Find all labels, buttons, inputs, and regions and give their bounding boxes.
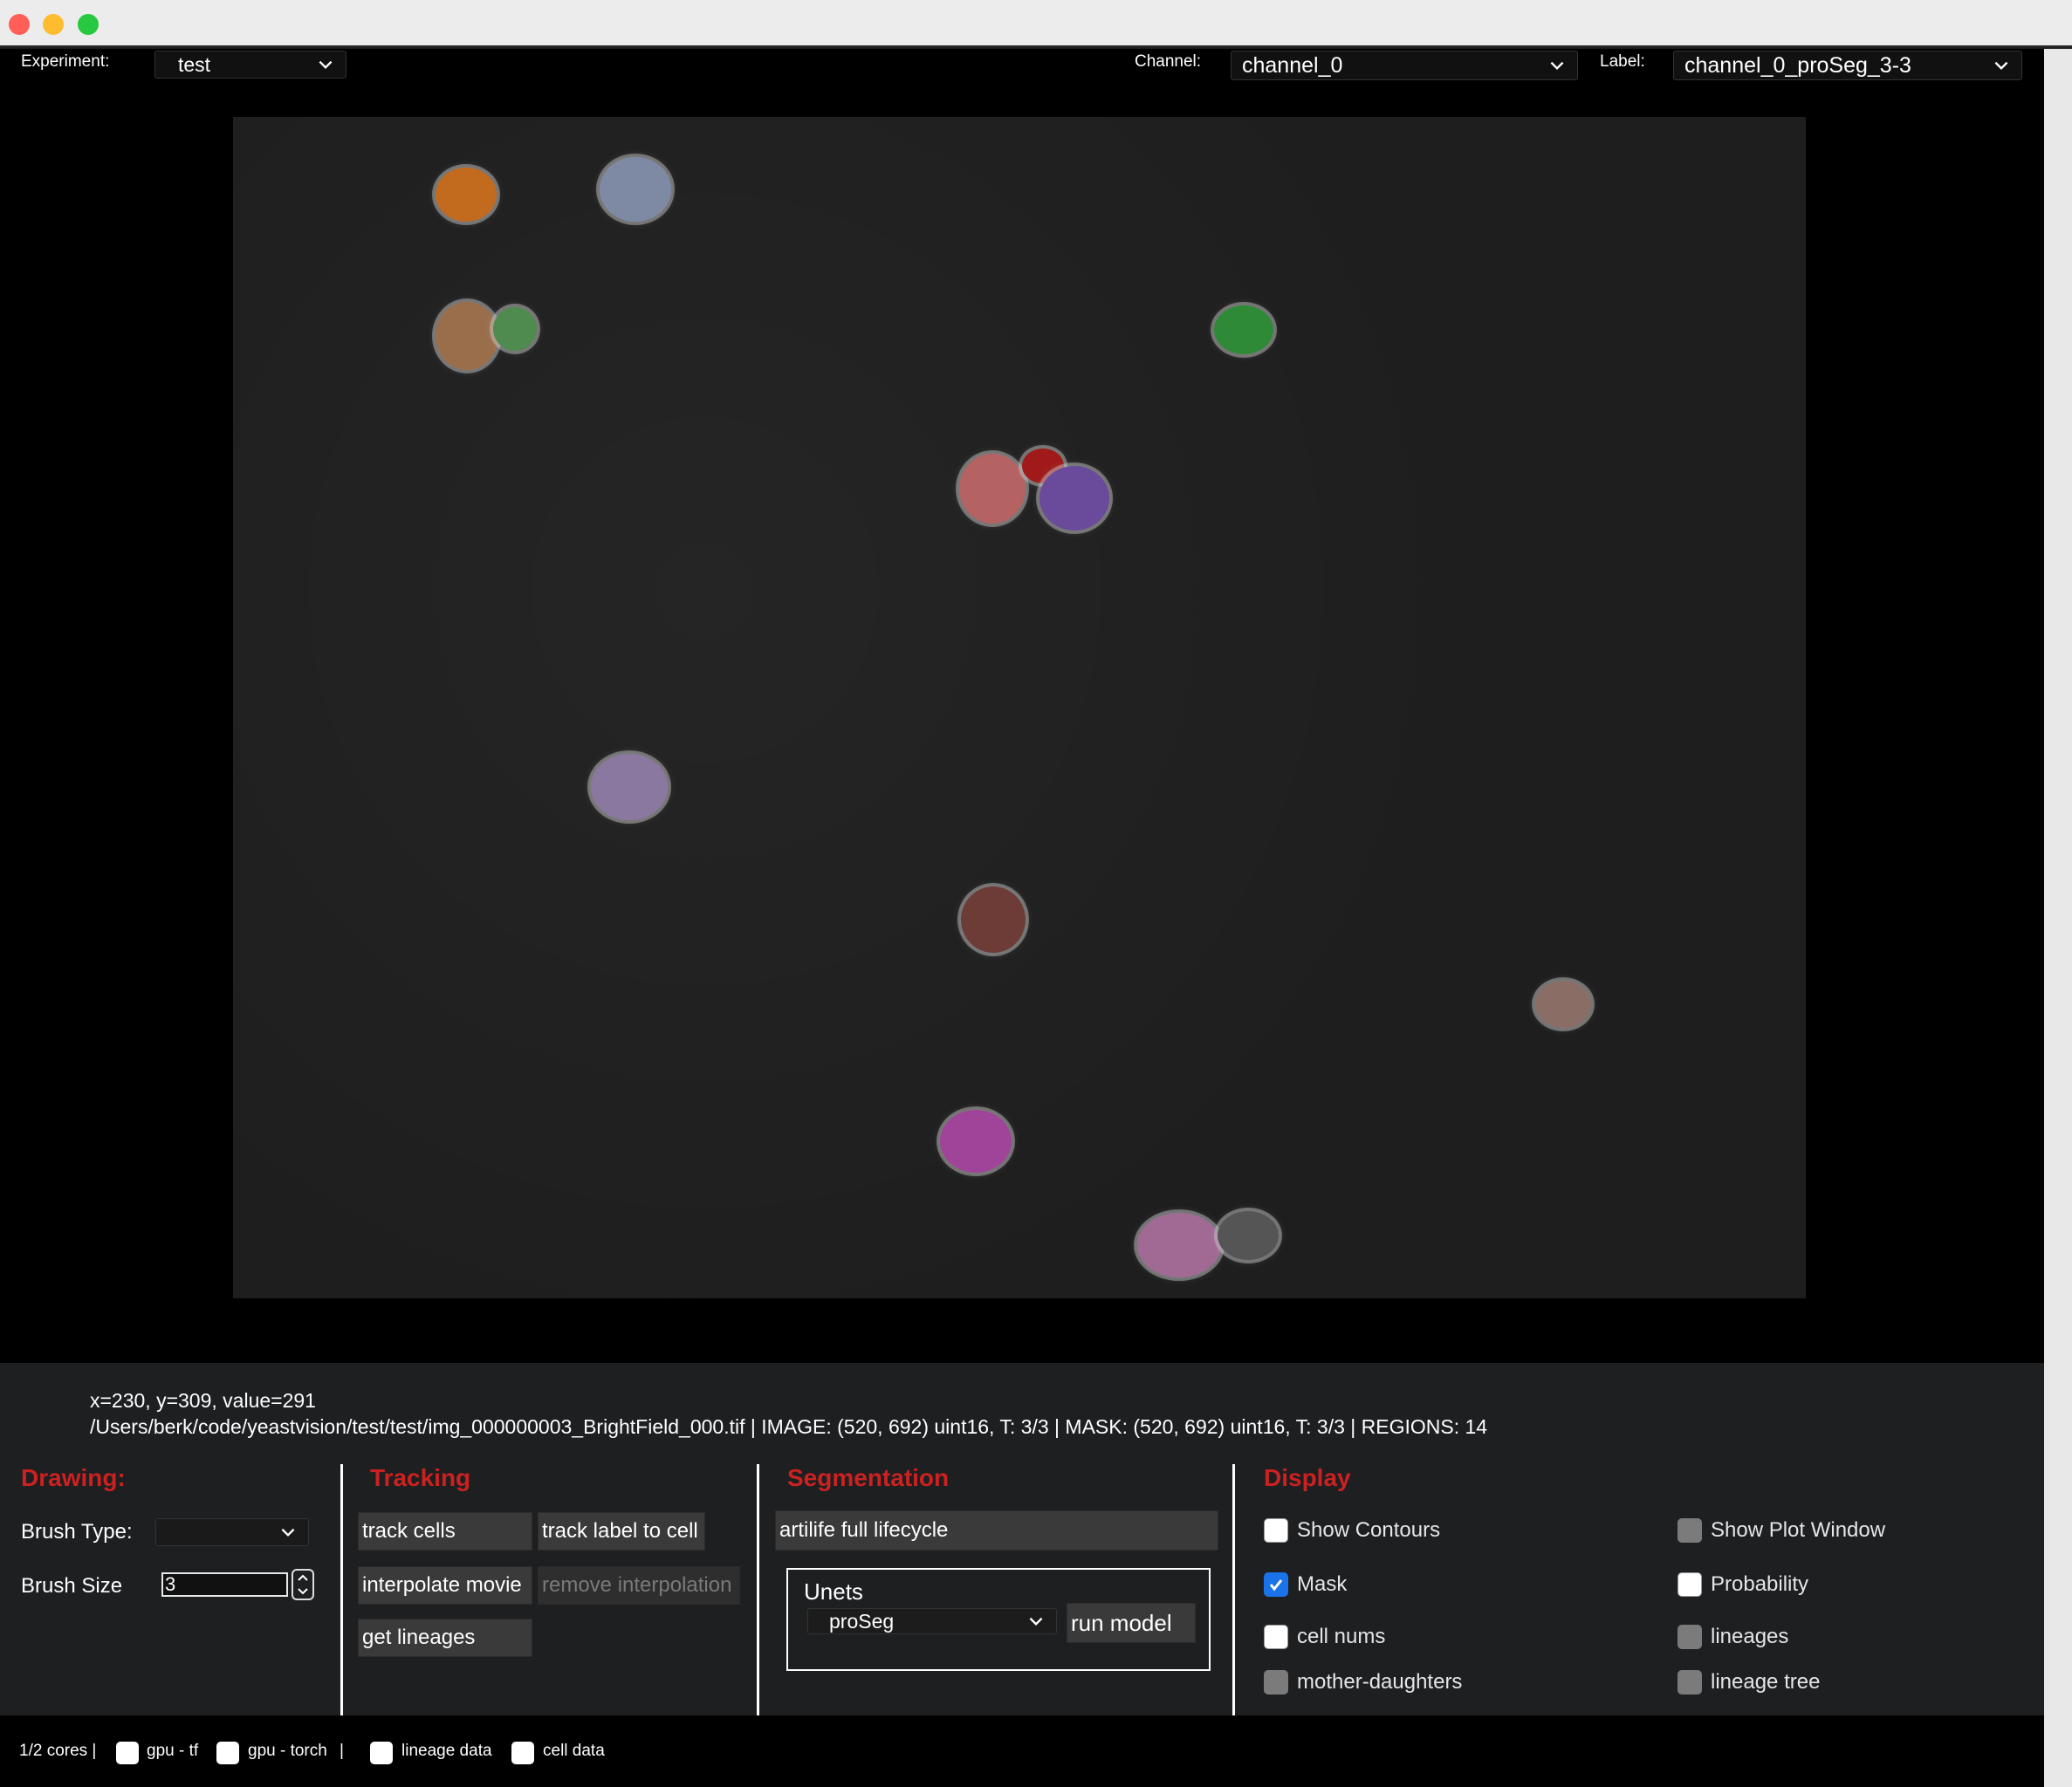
experiment-label: Experiment: [21,52,110,71]
chevron-down-icon [319,60,333,70]
vertical-scrollbar[interactable] [2044,49,2072,1787]
file-info: /Users/berk/code/yeastvision/test/test/i… [90,1415,1488,1438]
section-divider [340,1464,343,1717]
label-select[interactable]: channel_0_proSeg_3-3 [1673,51,2022,80]
chevron-down-icon [281,1528,295,1537]
zoom-window-button[interactable] [78,14,99,35]
track-label-to-cell-button[interactable]: track label to cell [538,1512,705,1551]
chevron-up-icon[interactable] [297,1573,309,1582]
mask-checkbox[interactable] [1264,1572,1288,1597]
mother-daughters-label: mother-daughters [1297,1670,1463,1694]
top-controls-bar: Experiment: test Channel: channel_0 Labe… [0,49,2044,87]
show-plot-window-label: Show Plot Window [1711,1518,1886,1542]
cell-nums-checkbox[interactable] [1264,1625,1288,1649]
interpolate-movie-button[interactable]: interpolate movie [358,1566,532,1605]
brush-type-label: Brush Type: [21,1520,133,1544]
minimize-window-button[interactable] [43,14,64,35]
cell-mask [436,302,498,370]
unets-group: Unets proSeg run model [786,1568,1211,1671]
remove-interpolation-button[interactable]: remove interpolation [538,1566,740,1605]
lineage-data-label: lineage data [401,1742,492,1760]
tracking-section-title: Tracking [370,1464,471,1491]
section-divider [1232,1464,1235,1717]
chevron-down-icon[interactable] [297,1587,309,1596]
lineage-tree-option[interactable]: lineage tree [1677,1670,1820,1695]
probability-option[interactable]: Probability [1677,1572,1808,1597]
channel-select[interactable]: channel_0 [1231,51,1578,80]
experiment-select[interactable]: test [154,51,346,79]
cell-mask [1137,1213,1221,1277]
show-plot-window-option[interactable]: Show Plot Window [1677,1518,1885,1543]
gpu-tf-label: gpu - tf [147,1742,199,1760]
unets-group-title: Unets [804,1578,863,1605]
mother-daughters-checkbox[interactable] [1264,1670,1288,1695]
track-cells-button[interactable]: track cells [358,1512,532,1551]
show-contours-checkbox[interactable] [1264,1518,1288,1543]
lineage-data-checkbox[interactable] [370,1742,393,1764]
cell-data-label: cell data [543,1742,605,1760]
probability-checkbox[interactable] [1677,1572,1702,1597]
cell-nums-option[interactable]: cell nums [1264,1625,1385,1649]
microscopy-image[interactable] [233,117,1806,1298]
cell-mask [600,157,671,222]
model-value: proSeg [829,1609,895,1633]
lineages-option[interactable]: lineages [1677,1625,1788,1649]
cell-mask [1214,305,1273,354]
cell-mask [1218,1211,1279,1260]
section-divider [757,1464,759,1717]
cell-data-checkbox[interactable] [511,1742,534,1764]
cell-mask [940,1110,1012,1173]
cursor-readout: x=230, y=309, value=291 [90,1389,316,1412]
show-contours-option[interactable]: Show Contours [1264,1518,1440,1543]
mask-option[interactable]: Mask [1264,1572,1347,1597]
mother-daughters-option[interactable]: mother-daughters [1264,1670,1462,1695]
label-label: Label: [1600,52,1645,71]
mask-label: Mask [1297,1572,1348,1596]
cell-mask [591,754,668,820]
drawing-section-title: Drawing: [21,1464,126,1491]
run-model-button[interactable]: run model [1067,1603,1196,1643]
chevron-down-icon [1994,61,2008,71]
lineages-label: lineages [1711,1625,1789,1648]
close-window-button[interactable] [9,14,30,35]
segmentation-section-title: Segmentation [787,1464,950,1491]
cell-mask [1039,466,1109,531]
chevron-down-icon [1029,1617,1043,1626]
cell-nums-label: cell nums [1297,1625,1386,1648]
separator: | [340,1742,344,1760]
brush-type-select[interactable] [155,1518,309,1546]
show-contours-label: Show Contours [1297,1518,1441,1542]
channel-value: channel_0 [1242,52,1343,78]
get-lineages-button[interactable]: get lineages [358,1619,532,1657]
cell-mask [493,307,537,351]
gpu-torch-checkbox[interactable] [216,1742,239,1764]
probability-label: Probability [1711,1572,1809,1596]
label-value: channel_0_proSeg_3-3 [1684,52,1911,78]
cell-mask [961,887,1026,953]
gpu-torch-label: gpu - torch [248,1742,327,1760]
cell-mask [959,454,1026,524]
brush-size-stepper[interactable] [292,1569,314,1600]
brush-size-input[interactable]: 3 [161,1572,288,1597]
lineages-checkbox[interactable] [1677,1625,1702,1649]
channel-label: Channel: [1135,52,1202,71]
cell-mask [1535,981,1591,1028]
bottom-status-bar: 1/2 cores | gpu - tf gpu - torch | linea… [0,1715,2044,1787]
lineage-tree-label: lineage tree [1711,1670,1821,1694]
brush-size-label: Brush Size [21,1574,123,1598]
model-select[interactable]: proSeg [807,1608,1057,1634]
experiment-value: test [178,52,211,76]
cell-mask [436,168,497,222]
chevron-down-icon [1550,61,1564,71]
window-titlebar [0,0,2072,47]
model-family-selector[interactable]: artilife full lifecycle [775,1510,1218,1551]
gpu-tf-checkbox[interactable] [116,1742,139,1764]
display-section-title: Display [1264,1464,1351,1491]
checkmark-icon [1269,1579,1283,1592]
lineage-tree-checkbox[interactable] [1677,1670,1702,1695]
show-plot-window-checkbox[interactable] [1677,1518,1702,1543]
cores-indicator: 1/2 cores | [19,1742,97,1760]
